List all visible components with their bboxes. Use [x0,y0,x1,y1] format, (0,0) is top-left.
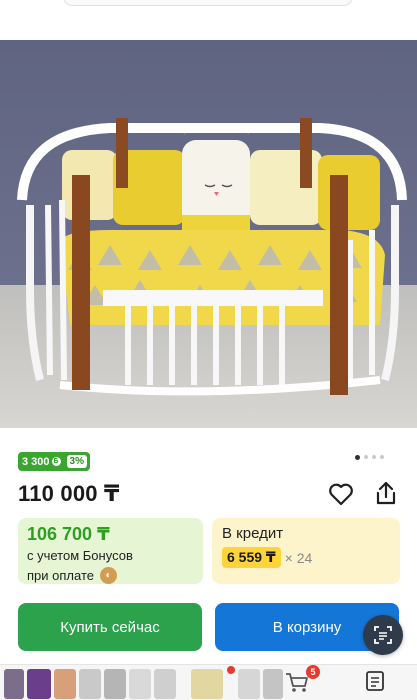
bonus-coin-icon: Б [51,457,61,466]
buy-now-button[interactable]: Купить сейчас [18,603,202,651]
recent-thumbnail[interactable] [54,669,76,699]
gallery-pagination [355,454,384,460]
recent-thumbnail-crib[interactable] [191,669,223,699]
recent-thumbnail[interactable] [104,669,126,699]
crib-illustration [17,118,407,396]
orders-list-icon[interactable] [364,670,386,692]
cart-icon[interactable] [285,672,309,694]
payment-coin-icon: ◐ [99,567,117,584]
credit-monthly-payment: 6 559 ₸ [222,547,281,568]
bonus-note-line2: при оплате ◐ [27,567,194,584]
product-image[interactable] [0,40,417,428]
recent-thumbnail[interactable] [4,669,24,699]
bottom-navigation [0,664,417,700]
gallery-dot [364,455,368,459]
bonus-note-line1: с учетом Бонусов [27,548,133,563]
cart-count-badge: 5 [306,665,320,679]
cashback-badge[interactable]: 3 300 Б 3% [18,452,90,471]
gallery-dot [380,455,384,459]
credit-title: В кредит [222,525,284,542]
recent-thumbnail[interactable] [79,669,101,699]
gallery-dot [372,455,376,459]
scan-fab-button[interactable] [363,615,403,655]
share-icon[interactable] [373,480,399,506]
gallery-dot-active [355,454,360,460]
credit-term: × 24 [284,549,313,566]
recent-thumbnail[interactable] [27,669,51,699]
scan-icon [374,626,392,644]
cashback-percent: 3% [66,455,87,468]
bonus-note-text: при оплате [27,567,94,583]
search-bar-area [0,0,417,40]
notification-dot [227,666,235,674]
credit-card[interactable]: В кредит 6 559 ₸ × 24 [212,518,400,584]
recent-thumbnail[interactable] [238,669,260,699]
recent-thumbnail[interactable] [263,669,283,699]
favorite-heart-icon[interactable] [328,482,354,506]
product-price: 110 000 ₸ [18,481,120,506]
credit-terms: 6 559 ₸ × 24 [222,547,390,568]
search-input[interactable] [63,0,353,6]
recent-thumbnail[interactable] [154,669,176,699]
bonus-price-card[interactable]: 106 700 ₸ с учетом Бонусов при оплате ◐ [18,518,203,584]
cashback-amount: 3 300 [22,455,50,468]
bonus-price: 106 700 ₸ [27,524,110,544]
recent-thumbnail[interactable] [129,669,151,699]
